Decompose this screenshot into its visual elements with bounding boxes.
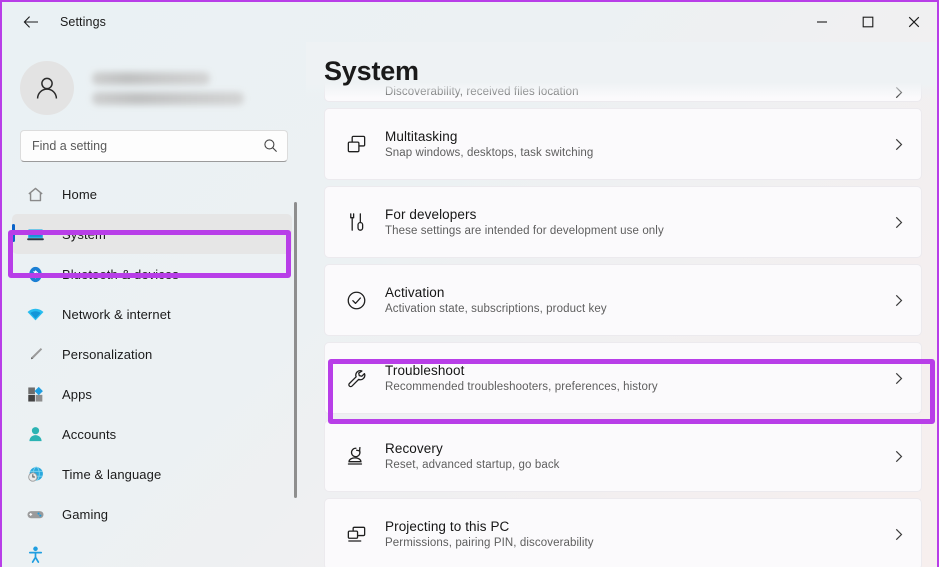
card-subtitle: Snap windows, desktops, task switching	[385, 147, 892, 159]
card-text: Activation Activation state, subscriptio…	[385, 285, 892, 316]
chevron-right-icon	[892, 138, 905, 151]
chevron-right-icon	[892, 450, 905, 463]
multitasking-icon	[339, 133, 373, 156]
card-subtitle: Reset, advanced startup, go back	[385, 459, 892, 471]
search-box[interactable]	[20, 130, 288, 162]
page-title: System	[324, 56, 939, 87]
sidebar-item-network-internet[interactable]: Network & internet	[12, 294, 292, 334]
settings-card-projecting-to-this-pc[interactable]: Projecting to this PC Permissions, pairi…	[324, 498, 922, 567]
settings-card-for-developers[interactable]: For developers These settings are intend…	[324, 186, 922, 258]
system-icon	[24, 223, 46, 245]
account-text	[92, 72, 244, 105]
card-text: Multitasking Snap windows, desktops, tas…	[385, 129, 892, 160]
card-title: Projecting to this PC	[385, 519, 892, 534]
minimize-icon	[816, 16, 828, 28]
sidebar-item-bluetooth-devices[interactable]: Bluetooth & devices	[12, 254, 292, 294]
account-email-redacted	[92, 92, 244, 105]
settings-card-list: Discoverability, received files location…	[306, 98, 939, 567]
bluetooth-icon	[24, 263, 46, 285]
brush-icon	[24, 343, 46, 365]
close-icon	[908, 16, 920, 28]
accessibility-icon	[24, 543, 46, 565]
card-subtitle: Recommended troubleshooters, preferences…	[385, 381, 892, 393]
sidebar-scrollbar[interactable]	[294, 202, 297, 498]
back-button[interactable]	[14, 8, 48, 36]
settings-window: Settings	[0, 0, 939, 567]
sidebar-item-home[interactable]: Home	[12, 174, 292, 214]
chevron-right-icon	[892, 372, 905, 385]
sidebar-item-label: Time & language	[62, 467, 161, 482]
card-text: For developers These settings are intend…	[385, 207, 892, 238]
clock-globe-icon	[24, 463, 46, 485]
sidebar-item-label: Accounts	[62, 427, 116, 442]
accounts-icon	[24, 423, 46, 445]
settings-card-multitasking[interactable]: Multitasking Snap windows, desktops, tas…	[324, 108, 922, 180]
settings-card-recovery[interactable]: Recovery Reset, advanced startup, go bac…	[324, 420, 922, 492]
sidebar-item-gaming[interactable]: Gaming	[12, 494, 292, 534]
maximize-button[interactable]	[845, 2, 891, 42]
card-subtitle: Activation state, subscriptions, product…	[385, 303, 892, 315]
main-content: System Discoverability, received files l…	[306, 42, 939, 567]
search-section	[2, 116, 306, 162]
sidebar-item-apps[interactable]: Apps	[12, 374, 292, 414]
sidebar-item-label: System	[62, 227, 106, 242]
home-icon	[24, 183, 46, 205]
projecting-icon	[339, 523, 373, 546]
sidebar-nav: Home System	[2, 174, 306, 567]
maximize-icon	[862, 16, 874, 28]
gamepad-icon	[24, 503, 46, 525]
card-title: For developers	[385, 207, 892, 222]
page-header: System	[306, 42, 939, 98]
sidebar-item-time-language[interactable]: Time & language	[12, 454, 292, 494]
sidebar-item-label: Network & internet	[62, 307, 171, 322]
window-controls	[799, 2, 937, 42]
wifi-icon	[24, 303, 46, 325]
search-icon[interactable]	[263, 138, 278, 158]
sidebar-item-label: Bluetooth & devices	[62, 267, 179, 282]
wrench-icon	[339, 367, 373, 390]
chevron-right-icon	[892, 216, 905, 229]
back-arrow-icon	[23, 15, 39, 29]
check-circle-icon	[339, 289, 373, 312]
developer-tools-icon	[339, 211, 373, 234]
card-title: Multitasking	[385, 129, 892, 144]
card-title: Activation	[385, 285, 892, 300]
minimize-button[interactable]	[799, 2, 845, 42]
recovery-icon	[339, 445, 373, 468]
sidebar-item-label: Home	[62, 187, 97, 202]
account-section[interactable]	[2, 42, 306, 116]
avatar	[20, 61, 74, 115]
card-text: Troubleshoot Recommended troubleshooters…	[385, 363, 892, 394]
sidebar-item-accounts[interactable]: Accounts	[12, 414, 292, 454]
app-title: Settings	[60, 15, 106, 29]
sidebar: Home System	[2, 42, 306, 567]
apps-icon	[24, 383, 46, 405]
title-bar: Settings	[2, 2, 937, 42]
sidebar-item-personalization[interactable]: Personalization	[12, 334, 292, 374]
card-subtitle: Permissions, pairing PIN, discoverabilit…	[385, 537, 892, 549]
card-text: Projecting to this PC Permissions, pairi…	[385, 519, 892, 550]
card-subtitle: These settings are intended for developm…	[385, 225, 892, 237]
card-title: Troubleshoot	[385, 363, 892, 378]
sidebar-item-label: Apps	[62, 387, 92, 402]
sidebar-item-label: Personalization	[62, 347, 152, 362]
search-input[interactable]	[21, 131, 287, 161]
settings-card-activation[interactable]: Activation Activation state, subscriptio…	[324, 264, 922, 336]
card-text: Recovery Reset, advanced startup, go bac…	[385, 441, 892, 472]
chevron-right-icon	[892, 294, 905, 307]
chevron-right-icon	[892, 528, 905, 541]
sidebar-item-label: Gaming	[62, 507, 108, 522]
sidebar-item-system[interactable]: System	[12, 214, 292, 254]
card-title: Recovery	[385, 441, 892, 456]
account-name-redacted	[92, 72, 210, 85]
settings-card-troubleshoot[interactable]: Troubleshoot Recommended troubleshooters…	[324, 342, 922, 414]
close-button[interactable]	[891, 2, 937, 42]
sidebar-item-accessibility-partial[interactable]	[12, 534, 292, 567]
